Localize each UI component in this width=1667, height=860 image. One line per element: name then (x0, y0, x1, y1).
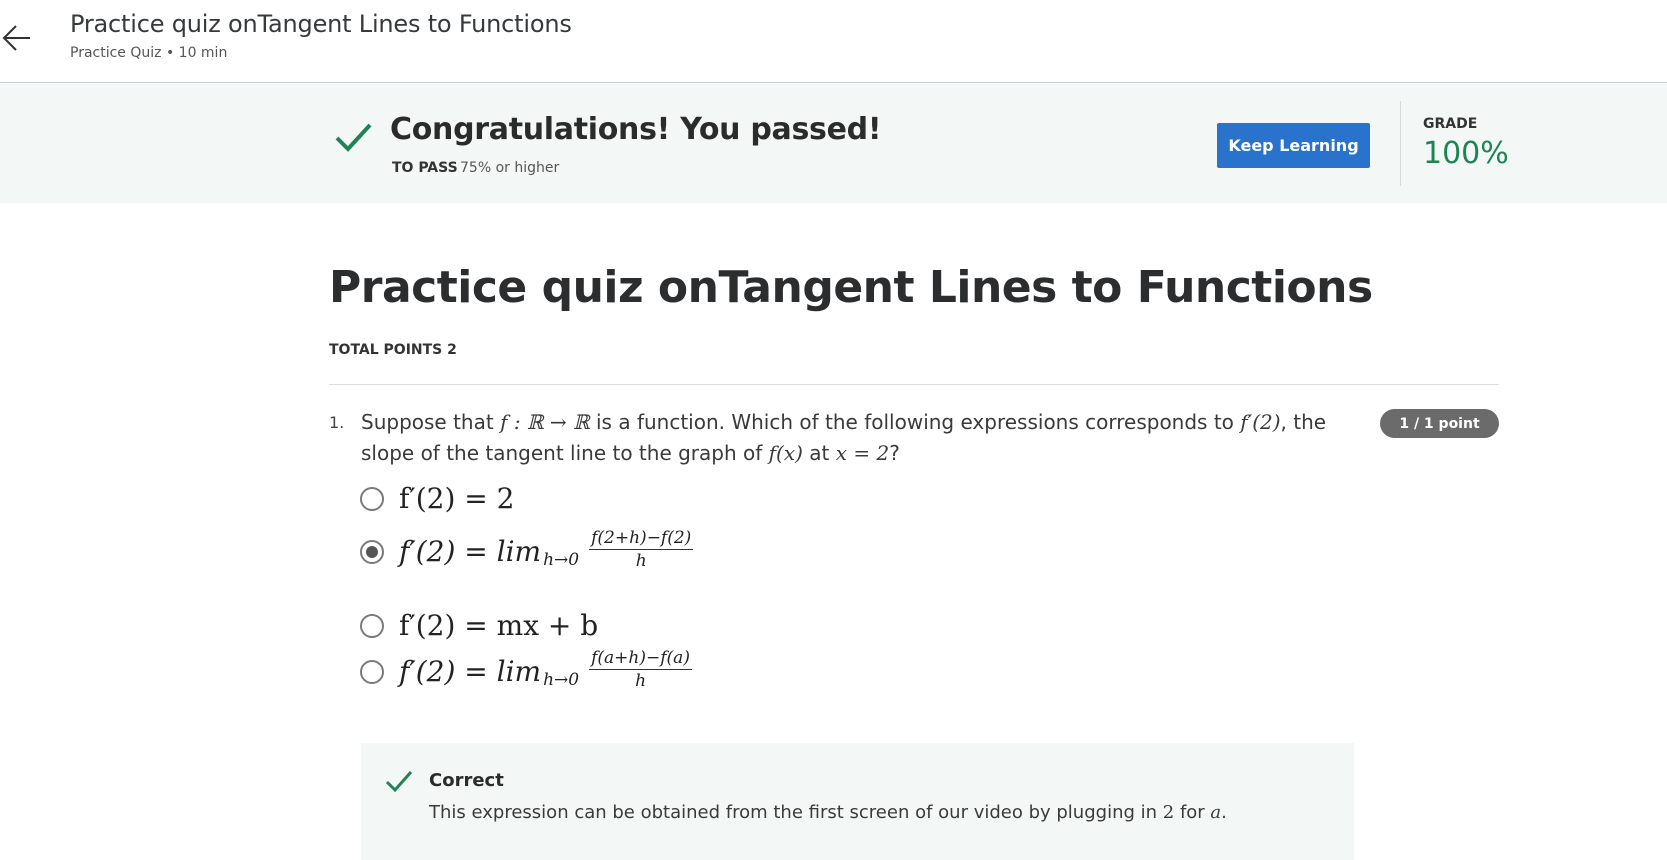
page-title: Practice quiz onTangent Lines to Functio… (329, 262, 1373, 313)
radio-button[interactable] (360, 613, 384, 638)
banner-divider (1400, 101, 1401, 186)
feedback-text: This expression can be obtained from the… (429, 802, 1227, 823)
total-points: TOTAL POINTS 2 (329, 342, 457, 358)
question-text: Suppose that f : ℝ → ℝ is a function. Wh… (361, 410, 1327, 465)
keep-learning-button[interactable]: Keep Learning (1217, 123, 1370, 168)
radio-button[interactable] (360, 486, 384, 511)
grade-value: 100% (1423, 136, 1509, 171)
arrow-left-icon (2, 25, 30, 51)
top-header: Practice quiz onTangent Lines to Functio… (0, 0, 1667, 83)
feedback-panel: Correct This expression can be obtained … (361, 743, 1354, 860)
answer-option-4[interactable]: f′(2) = lim h→0 f(a+h)−f(a) h (360, 648, 692, 693)
to-pass-label: TO PASS (392, 160, 458, 176)
answer-option-2[interactable]: f′(2) = lim h→0 f(2+h)−f(2) h (360, 528, 694, 573)
option-label: f′(2) = 2 (399, 482, 515, 515)
question-number: 1. (329, 413, 345, 432)
radio-button-selected[interactable] (360, 539, 384, 564)
header-title: Practice quiz onTangent Lines to Functio… (70, 10, 572, 38)
feedback-title: Correct (429, 770, 504, 791)
option-label: f′(2) = lim h→0 f(a+h)−f(a) h (399, 648, 692, 691)
option-label: f′(2) = lim h→0 f(2+h)−f(2) h (399, 528, 694, 571)
checkmark-icon (335, 123, 372, 152)
option-label: f′(2) = mx + b (399, 609, 599, 642)
header-subtitle: Practice Quiz • 10 min (70, 45, 228, 61)
checkmark-icon (385, 771, 413, 793)
to-pass-value: 75% or higher (460, 160, 560, 176)
score-badge: 1 / 1 point (1380, 409, 1499, 438)
answer-option-3[interactable]: f′(2) = mx + b (360, 609, 598, 642)
radio-button[interactable] (360, 659, 384, 684)
divider (329, 384, 1499, 385)
passed-banner: Congratulations! You passed! TO PASS 75%… (0, 84, 1667, 203)
grade-label: GRADE (1423, 116, 1478, 132)
back-button[interactable] (0, 20, 36, 56)
banner-title: Congratulations! You passed! (390, 112, 882, 147)
answer-option-1[interactable]: f′(2) = 2 (360, 482, 514, 515)
